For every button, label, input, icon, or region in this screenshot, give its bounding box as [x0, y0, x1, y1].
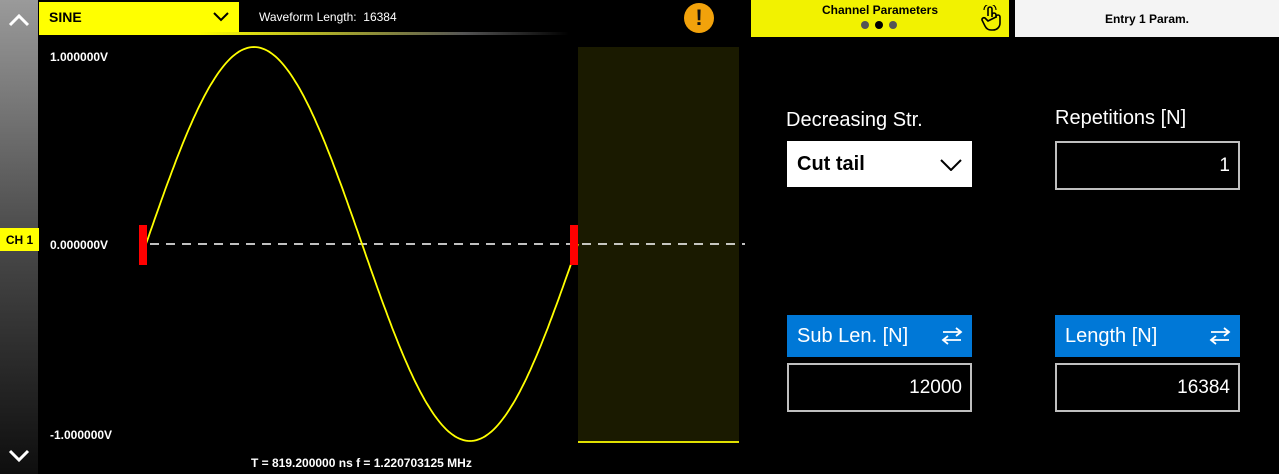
- tab-channel-parameters[interactable]: Channel Parameters: [751, 0, 1009, 37]
- y-zero-label: 0.000000V: [50, 238, 109, 252]
- start-marker[interactable]: [139, 225, 147, 265]
- sub-length-field[interactable]: 12000: [787, 363, 972, 412]
- sine-waveform-trace: [145, 46, 579, 442]
- waveform-plot: [139, 46, 745, 443]
- end-marker[interactable]: [570, 225, 578, 265]
- page-indicator: [861, 21, 897, 29]
- decreasing-strategy-label: Decreasing Str.: [786, 109, 923, 131]
- sub-length-label: Sub Len. [N]: [797, 324, 909, 347]
- swap-arrows-icon: [1209, 327, 1231, 345]
- y-max-label: 1.000000V: [50, 50, 109, 64]
- length-toggle-button[interactable]: Length [N]: [1055, 315, 1240, 357]
- swap-arrows-icon: [941, 327, 963, 345]
- length-field[interactable]: 16384: [1055, 363, 1240, 412]
- touch-hand-icon: [981, 5, 1001, 31]
- page-dot: [889, 21, 897, 29]
- y-min-label: -1.000000V: [50, 428, 113, 442]
- page-dot-active: [875, 21, 883, 29]
- chevron-down-icon: [940, 159, 962, 171]
- tab-channel-parameters-label: Channel Parameters: [821, 3, 939, 17]
- decreasing-strategy-dropdown[interactable]: Cut tail: [787, 141, 972, 187]
- sub-length-toggle-button[interactable]: Sub Len. [N]: [787, 315, 972, 357]
- page-dot: [861, 21, 869, 29]
- repetitions-label: Repetitions [N]: [1055, 107, 1187, 129]
- decreasing-strategy-value: Cut tail: [797, 152, 865, 175]
- tab-entry-params[interactable]: Entry 1 Param.: [1015, 0, 1279, 37]
- repetitions-field[interactable]: 1: [1055, 141, 1240, 190]
- timing-readout: T = 819.200000 ns f = 1.220703125 MHz: [251, 456, 472, 470]
- length-label: Length [N]: [1065, 324, 1158, 347]
